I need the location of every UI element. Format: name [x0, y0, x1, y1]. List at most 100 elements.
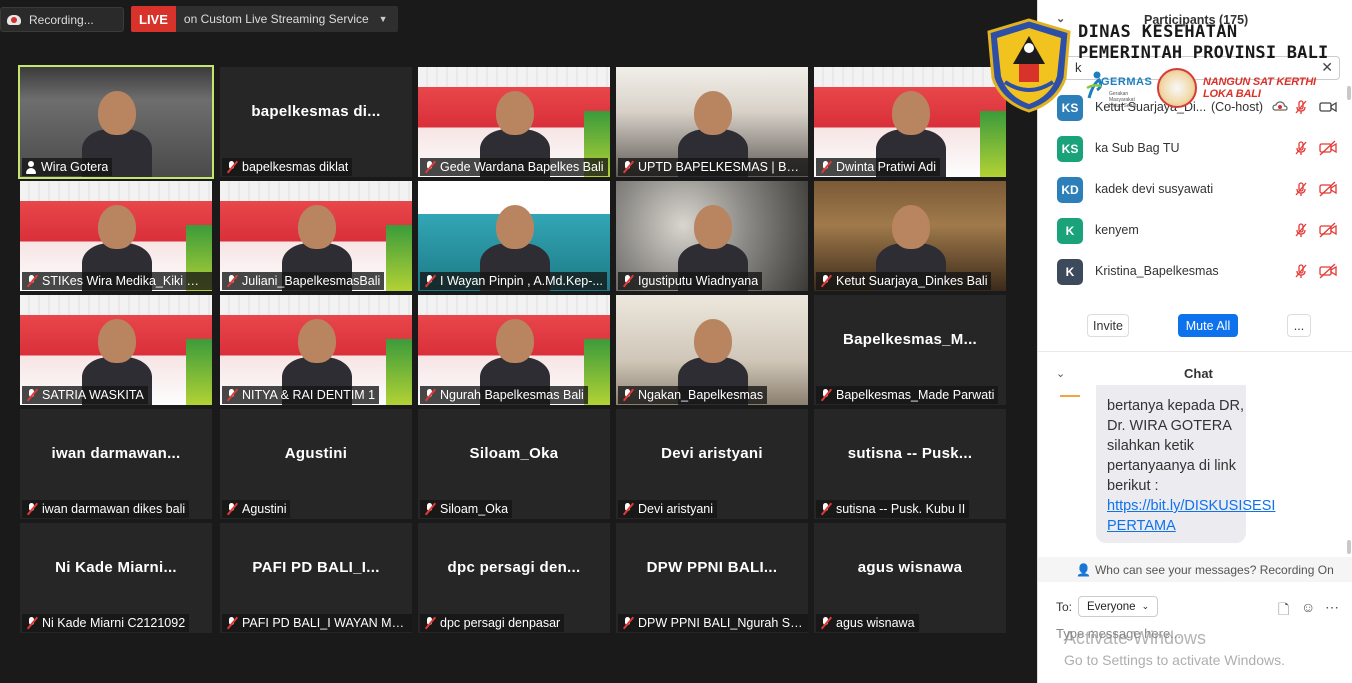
mute-all-button[interactable]: Mute All — [1178, 314, 1238, 337]
participant-display-name: agus wisnawa — [814, 523, 1006, 611]
display-name-text: DPW PPNI BALI... — [646, 558, 778, 576]
participant-tile[interactable]: dpc persagi den... dpc persagi denpasar — [418, 523, 610, 633]
name-label: UPTD BAPELKESMAS | BALI — [618, 158, 808, 176]
participant-tile[interactable]: Devi aristyani Devi aristyani — [616, 409, 808, 519]
display-name-text: PAFI PD BALI_I... — [252, 558, 380, 576]
emoji-icon[interactable]: ☺ — [1301, 599, 1315, 615]
more-options-button[interactable]: ... — [1287, 314, 1311, 337]
muted-mic-icon — [819, 274, 832, 288]
participant-row[interactable]: Kkenyem — [1038, 210, 1352, 251]
participant-display-name: DPW PPNI BALI... — [616, 523, 808, 611]
participant-tile[interactable]: UPTD BAPELKESMAS | BALI — [616, 67, 808, 177]
name-label: Juliani_BapelkesmasBali — [222, 272, 385, 290]
participant-tile[interactable]: bapelkesmas di... bapelkesmas diklat — [220, 67, 412, 177]
participant-tile[interactable]: Dwinta Pratiwi Adi — [814, 67, 1006, 177]
participant-name: Ngakan_Bapelkesmas — [638, 388, 764, 402]
muted-mic-icon — [225, 616, 238, 630]
video-off-icon[interactable] — [1319, 263, 1337, 279]
muted-mic-icon[interactable] — [1293, 140, 1309, 156]
recording-indicator[interactable]: Recording... — [0, 7, 124, 32]
live-stream-status[interactable]: LIVE on Custom Live Streaming Service ▼ — [131, 6, 398, 32]
participant-name: Dwinta Pratiwi Adi — [836, 160, 937, 174]
muted-mic-icon[interactable] — [1293, 263, 1309, 279]
participant-tile[interactable]: Ngurah Bapelkesmas Bali — [418, 295, 610, 405]
participant-tile[interactable]: sutisna -- Pusk... sutisna -- Pusk. Kubu … — [814, 409, 1006, 519]
person-face — [496, 319, 534, 363]
name-label: iwan darmawan dikes bali — [22, 500, 190, 518]
participant-display-name: iwan darmawan... — [20, 409, 212, 497]
chat-link[interactable]: https://bit.ly/DISKUSISESIPERTAMA — [1107, 496, 1277, 536]
participant-tile[interactable]: Ngakan_Bapelkesmas — [616, 295, 808, 405]
participant-name: Bapelkesmas_Made Parwati — [836, 388, 995, 402]
logo-title-line1: DINAS KESEHATAN — [1078, 22, 1238, 42]
participant-tile[interactable]: I Wayan Pinpin , A.Md.Kep-... — [418, 181, 610, 291]
recipient-select[interactable]: Everyone ⌄ — [1078, 596, 1159, 617]
video-off-icon[interactable] — [1319, 181, 1337, 197]
file-icon[interactable]: 🗋 — [1278, 599, 1289, 623]
live-service-dropdown[interactable]: on Custom Live Streaming Service ▼ — [175, 6, 398, 32]
people-icon: 👤 — [1076, 562, 1091, 577]
avatar: K — [1057, 259, 1083, 285]
video-off-icon[interactable] — [1319, 140, 1337, 156]
participant-display-name: Agustini — [220, 409, 412, 497]
participant-tile[interactable]: Ni Kade Miarni... Ni Kade Miarni C2121092 — [20, 523, 212, 633]
participant-name: Ni Kade Miarni C2121092 — [42, 616, 186, 630]
participant-name: Igustiputu Wiadnyana — [638, 274, 759, 288]
participant-tile[interactable]: STIKes Wira Medika_Kiki Ri... — [20, 181, 212, 291]
person-face — [98, 205, 136, 249]
participant-tile[interactable]: Igustiputu Wiadnyana — [616, 181, 808, 291]
participant-tile[interactable]: Agustini Agustini — [220, 409, 412, 519]
muted-mic-icon — [819, 160, 832, 174]
participant-tile[interactable]: DPW PPNI BALI... DPW PPNI BALI_Ngurah Su.… — [616, 523, 808, 633]
participant-name: I Wayan Pinpin , A.Md.Kep-... — [440, 274, 603, 288]
participant-row[interactable]: K Kristina_Bapelkesmas — [1038, 251, 1352, 292]
name-label: bapelkesmas diklat — [222, 158, 353, 176]
chat-scrollbar[interactable] — [1347, 540, 1351, 554]
bali-province-emblem-icon — [987, 18, 1071, 113]
muted-mic-icon — [819, 502, 832, 516]
participant-tile[interactable]: Ketut Suarjaya_Dinkes Bali — [814, 181, 1006, 291]
more-icon[interactable]: ⋯ — [1325, 599, 1339, 616]
participant-name: DPW PPNI BALI_Ngurah Su... — [638, 616, 804, 630]
activate-windows-subtitle: Go to Settings to activate Windows. — [1064, 652, 1285, 668]
participant-name: NITYA & RAI DENTIM 1 — [242, 388, 376, 402]
muted-mic-icon[interactable] — [1293, 222, 1309, 238]
participants-scrollbar[interactable] — [1347, 86, 1351, 100]
participant-tile[interactable]: Bapelkesmas_M... Bapelkesmas_Made Parwati — [814, 295, 1006, 405]
participant-display-name: Bapelkesmas_M... — [814, 295, 1006, 383]
name-label: Ni Kade Miarni C2121092 — [22, 614, 190, 632]
name-label: Siloam_Oka — [420, 500, 513, 518]
participant-tile[interactable]: iwan darmawan... iwan darmawan dikes bali — [20, 409, 212, 519]
display-name-text: agus wisnawa — [857, 558, 963, 576]
message-visibility-info[interactable]: 👤 Who can see your messages? Recording O… — [1038, 557, 1352, 582]
participant-tile[interactable]: Gede Wardana Bapelkes Bali — [418, 67, 610, 177]
invite-button[interactable]: Invite — [1087, 314, 1129, 337]
person-face — [892, 91, 930, 135]
muted-mic-icon — [225, 274, 238, 288]
name-label: Ketut Suarjaya_Dinkes Bali — [816, 272, 992, 290]
participant-name: Devi aristyani — [638, 502, 714, 516]
participant-name: UPTD BAPELKESMAS | BALI — [638, 160, 804, 174]
collapse-chevron-icon[interactable]: ⌄ — [1056, 367, 1065, 380]
muted-mic-icon — [819, 388, 832, 402]
participant-name: Ketut Suarjaya_Dinkes Bali — [836, 274, 988, 288]
participant-tile[interactable]: Juliani_BapelkesmasBali — [220, 181, 412, 291]
participant-tile[interactable]: agus wisnawa agus wisnawa — [814, 523, 1006, 633]
name-label: dpc persagi denpasar — [420, 614, 565, 632]
person-face — [98, 319, 136, 363]
participant-tile[interactable]: NITYA & RAI DENTIM 1 — [220, 295, 412, 405]
chat-line: pertanyaanya di link — [1107, 458, 1236, 474]
participant-tile[interactable]: SATRIA WASKITA — [20, 295, 212, 405]
muted-mic-icon[interactable] — [1293, 181, 1309, 197]
video-off-icon[interactable] — [1319, 222, 1337, 238]
participant-tile[interactable]: Siloam_Oka Siloam_Oka — [418, 409, 610, 519]
message-visibility-text: Who can see your messages? Recording On — [1094, 562, 1334, 577]
speaker-icon — [25, 160, 37, 174]
participant-tile[interactable]: Wira Gotera — [18, 65, 214, 179]
name-label: NITYA & RAI DENTIM 1 — [222, 386, 380, 404]
participant-display-name: Siloam_Oka — [418, 409, 610, 497]
participant-tile[interactable]: PAFI PD BALI_I... PAFI PD BALI_I WAYAN MU… — [220, 523, 412, 633]
participant-name: STIKes Wira Medika_Kiki Ri... — [42, 274, 208, 288]
participant-row[interactable]: KS ka Sub Bag TU — [1038, 128, 1352, 169]
participant-row[interactable]: KD kadek devi susyawati — [1038, 169, 1352, 210]
